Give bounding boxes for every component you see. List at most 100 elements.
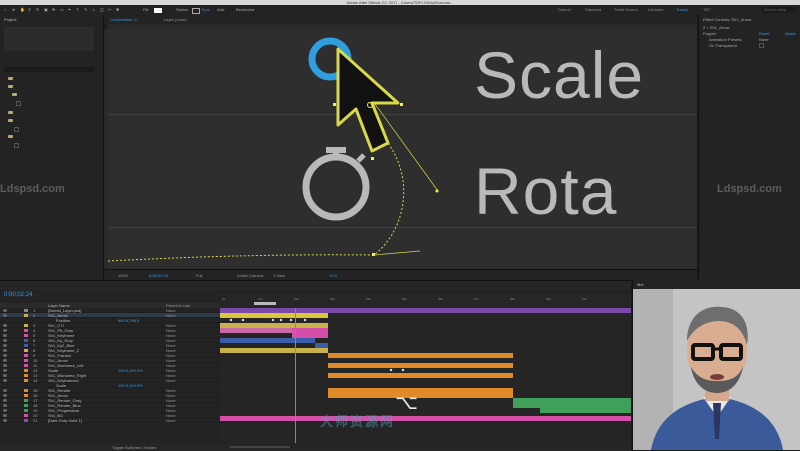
folder-icon[interactable] bbox=[8, 77, 13, 80]
keyframe-handle[interactable] bbox=[372, 253, 375, 256]
parent-select[interactable]: None bbox=[166, 418, 176, 423]
exposure-value[interactable]: +0.0 bbox=[329, 273, 337, 278]
keyframe[interactable] bbox=[241, 318, 245, 322]
eye-icon[interactable] bbox=[3, 414, 7, 417]
keyframe[interactable] bbox=[401, 368, 405, 372]
label-color[interactable] bbox=[24, 344, 28, 347]
label-color[interactable] bbox=[24, 374, 28, 377]
bevel-checkbox-label[interactable]: Bevelcolor bbox=[236, 7, 255, 13]
folder-icon[interactable] bbox=[8, 111, 13, 114]
work-area-bar[interactable] bbox=[254, 302, 276, 305]
keyframe[interactable] bbox=[229, 318, 233, 322]
layer-bar[interactable] bbox=[328, 393, 513, 398]
eye-icon[interactable] bbox=[3, 374, 7, 377]
eye-icon[interactable] bbox=[3, 359, 7, 362]
label-color[interactable] bbox=[24, 379, 28, 382]
eye-icon[interactable] bbox=[3, 404, 7, 407]
project-search-input[interactable] bbox=[4, 67, 94, 72]
puppet-tool-icon[interactable]: ✱ bbox=[116, 7, 119, 13]
label-color[interactable] bbox=[24, 324, 28, 327]
hand-tool-icon[interactable]: ✋ bbox=[20, 7, 25, 13]
timeline-tracks[interactable]: ⌥ 大师资源网 bbox=[220, 308, 631, 443]
folder-icon[interactable] bbox=[12, 93, 17, 96]
stroke-swatch[interactable] bbox=[192, 8, 200, 14]
resolution-select[interactable]: Full bbox=[196, 273, 202, 278]
label-color[interactable] bbox=[24, 364, 28, 367]
label-color[interactable] bbox=[24, 334, 28, 337]
pan-tool-icon[interactable]: ✥ bbox=[52, 7, 55, 13]
eye-icon[interactable] bbox=[3, 349, 7, 352]
comp-icon[interactable] bbox=[14, 127, 19, 132]
label-color[interactable] bbox=[24, 394, 28, 397]
keyframe-handle[interactable] bbox=[371, 157, 374, 160]
text-tool-icon[interactable]: T bbox=[76, 7, 78, 13]
workspace-default[interactable]: Default bbox=[558, 7, 571, 13]
layer-bar[interactable] bbox=[220, 416, 631, 421]
eye-icon[interactable] bbox=[3, 389, 7, 392]
label-color[interactable] bbox=[24, 354, 28, 357]
about-link[interactable]: About bbox=[785, 31, 795, 36]
bezier-handle[interactable] bbox=[373, 250, 421, 256]
layer-row[interactable]: 21 [Dark Gray Solid 1] None bbox=[0, 418, 220, 423]
tab-composition[interactable]: Composition: 2 bbox=[110, 16, 137, 23]
layer-name[interactable]: [Dark Gray Solid 1] bbox=[48, 418, 82, 423]
stroke-width-value[interactable]: 5 px bbox=[202, 7, 210, 13]
label-color[interactable] bbox=[24, 414, 28, 417]
label-color[interactable] bbox=[24, 349, 28, 352]
keyframe-handle[interactable] bbox=[333, 103, 336, 106]
layer-bar[interactable] bbox=[220, 313, 328, 318]
eye-icon[interactable] bbox=[3, 344, 7, 347]
toggle-switches-modes[interactable]: Toggle Switches / Modes bbox=[112, 445, 156, 450]
viewer-timecode[interactable]: 0;00;02;24 bbox=[149, 273, 168, 278]
keyframe[interactable] bbox=[303, 318, 307, 322]
workspace-small-screen[interactable]: Small Screen bbox=[614, 7, 638, 13]
arrow-cursor-graphic[interactable] bbox=[336, 47, 400, 153]
eye-icon[interactable] bbox=[3, 394, 7, 397]
folder-icon[interactable] bbox=[8, 119, 13, 122]
option-checkbox[interactable] bbox=[759, 43, 764, 48]
layer-bar[interactable] bbox=[220, 328, 292, 333]
view-layout-select[interactable]: 1 View bbox=[273, 273, 285, 278]
roto-tool-icon[interactable]: ✂ bbox=[108, 7, 111, 13]
keyframe[interactable] bbox=[289, 318, 293, 322]
eye-icon[interactable] bbox=[3, 334, 7, 337]
eye-icon[interactable] bbox=[3, 354, 7, 357]
workspace-standard[interactable]: Standard bbox=[585, 7, 601, 13]
keyframe[interactable] bbox=[279, 318, 283, 322]
keyframe[interactable] bbox=[389, 368, 393, 372]
eye-icon[interactable] bbox=[3, 309, 7, 312]
composition-canvas[interactable]: Scale Rota bbox=[108, 29, 697, 269]
eye-icon[interactable] bbox=[3, 419, 7, 422]
brush-tool-icon[interactable]: ✎ bbox=[84, 7, 87, 13]
search-help-input[interactable]: Search Help bbox=[762, 7, 796, 13]
label-color[interactable] bbox=[24, 369, 28, 372]
layer-bar[interactable] bbox=[328, 373, 513, 378]
workspace-libraries[interactable]: Libraries bbox=[648, 7, 663, 13]
reset-link[interactable]: Reset bbox=[759, 31, 769, 36]
camera-select[interactable]: Active Camera bbox=[237, 273, 263, 278]
layer-bar[interactable] bbox=[220, 348, 328, 353]
selection-tool-icon[interactable]: ➤ bbox=[12, 7, 15, 13]
home-icon[interactable]: ⌂ bbox=[4, 7, 6, 13]
workspace-tbt[interactable]: TBT bbox=[703, 7, 711, 13]
rectangle-tool-icon[interactable]: ▭ bbox=[60, 7, 64, 13]
mesh-select[interactable]: None bbox=[759, 37, 769, 42]
folder-icon[interactable] bbox=[8, 135, 13, 138]
eye-icon[interactable] bbox=[3, 399, 7, 402]
label-color[interactable] bbox=[24, 409, 28, 412]
eye-icon[interactable] bbox=[3, 364, 7, 367]
comp-icon[interactable] bbox=[14, 143, 19, 148]
pen-tool-icon[interactable]: ✒ bbox=[68, 7, 71, 13]
label-color[interactable] bbox=[24, 309, 28, 312]
layer-bar[interactable] bbox=[328, 353, 513, 358]
playhead[interactable] bbox=[295, 308, 296, 443]
layer-bar[interactable] bbox=[328, 363, 513, 368]
comp-icon[interactable] bbox=[16, 101, 21, 106]
label-color[interactable] bbox=[24, 419, 28, 422]
stamp-tool-icon[interactable]: ⊥ bbox=[92, 7, 95, 13]
label-color[interactable] bbox=[24, 359, 28, 362]
eraser-tool-icon[interactable]: ◫ bbox=[100, 7, 104, 13]
layer-bar[interactable] bbox=[220, 338, 315, 343]
eye-icon[interactable] bbox=[3, 339, 7, 342]
time-ruler[interactable]: 0s 01s 02s 03s 04s 05s 06s 07s 08s 09s 1… bbox=[220, 295, 631, 307]
